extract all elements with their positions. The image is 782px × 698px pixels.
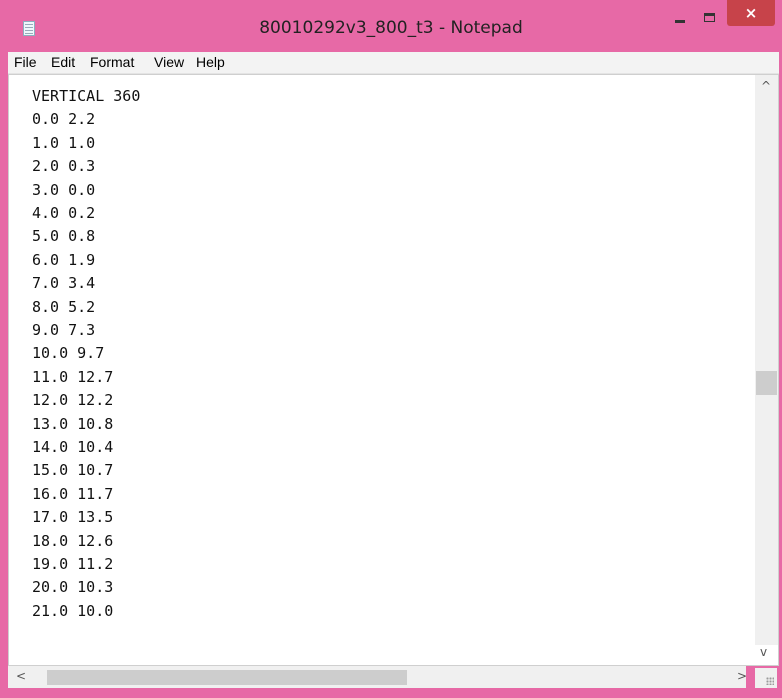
text-line: VERTICAL 360 xyxy=(32,87,141,105)
text-line: 6.0 1.9 xyxy=(32,250,96,269)
text-line: 17.0 13.5 xyxy=(32,508,114,527)
text-line: 21.0 10.0 xyxy=(32,601,114,620)
text-line: 15.0 10.7 xyxy=(32,461,114,480)
scroll-down-arrow-icon[interactable]: v xyxy=(760,645,767,659)
text-line: 4.0 0.2 xyxy=(32,204,96,222)
title-bar[interactable]: 80010292v3_800_t3 - Notepad × xyxy=(0,0,782,52)
close-icon: × xyxy=(744,4,758,22)
text-line: 2.0 0.3 xyxy=(32,157,96,176)
menu-view[interactable]: View xyxy=(154,54,184,70)
vertical-scroll-thumb[interactable] xyxy=(756,371,777,395)
scroll-left-arrow-icon[interactable]: < xyxy=(16,669,26,683)
text-line: 9.0 7.3 xyxy=(32,321,96,339)
menu-help[interactable]: Help xyxy=(196,54,225,70)
resize-grip[interactable] xyxy=(755,668,777,688)
editor[interactable]: VERTICAL 360 0.0 2.2 1.0 1.0 2.0 0.3 3.0 0.0… xyxy=(8,74,779,666)
maximize-icon xyxy=(703,12,715,22)
resize-grip-icon xyxy=(766,677,774,685)
text-line: 19.0 11.2 xyxy=(32,555,114,573)
text-line: 0.0 2.2 xyxy=(32,110,96,129)
text-line: 5.0 0.8 xyxy=(32,227,96,246)
menu-format[interactable]: Format xyxy=(90,54,134,70)
minimize-icon xyxy=(675,19,685,23)
scroll-right-arrow-icon[interactable]: > xyxy=(737,669,747,683)
menu-edit[interactable]: Edit xyxy=(51,54,75,70)
text-line: 20.0 10.3 xyxy=(32,578,114,597)
close-button[interactable]: × xyxy=(727,0,775,26)
vertical-scrollbar[interactable] xyxy=(755,75,778,645)
text-line: 8.0 5.2 xyxy=(32,297,96,316)
text-line: 12.0 12.2 xyxy=(32,391,114,410)
window-bottom-border xyxy=(0,688,782,698)
notepad-window: 80010292v3_800_t3 - Notepad × File Edit … xyxy=(0,0,782,698)
scroll-up-arrow-icon[interactable]: ^ xyxy=(761,79,771,93)
text-line: 3.0 0.0 xyxy=(32,180,96,199)
text-line: 14.0 10.4 xyxy=(32,438,114,456)
text-line: 1.0 1.0 xyxy=(32,133,96,152)
text-area[interactable]: VERTICAL 360 0.0 2.2 1.0 1.0 2.0 0.3 3.0 0.0… xyxy=(9,75,753,649)
menu-bar: File Edit Format View Help xyxy=(8,52,779,74)
text-line: 11.0 12.7 xyxy=(32,367,114,386)
text-line: 13.0 10.8 xyxy=(32,414,114,433)
menu-file[interactable]: File xyxy=(14,54,37,70)
maximize-button[interactable] xyxy=(693,0,725,34)
text-line: 10.0 9.7 xyxy=(32,344,105,363)
horizontal-scroll-thumb[interactable] xyxy=(47,670,407,685)
text-line: 16.0 11.7 xyxy=(32,484,114,503)
minimize-button[interactable] xyxy=(664,0,696,34)
text-line: 7.0 3.4 xyxy=(32,274,96,293)
text-line: 18.0 12.6 xyxy=(32,531,114,550)
